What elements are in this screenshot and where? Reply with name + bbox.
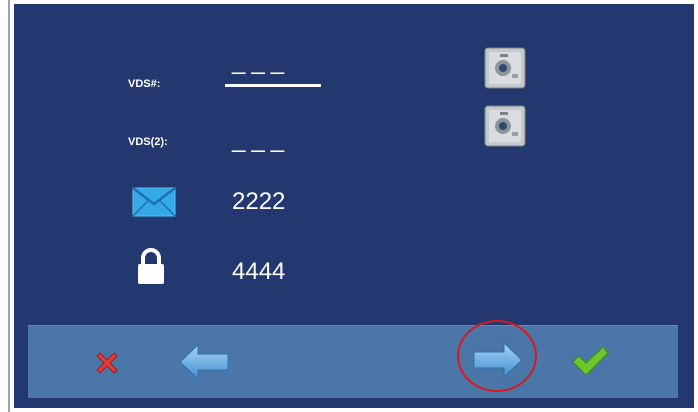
lock-icon (135, 247, 167, 285)
arrow-left-icon (179, 343, 229, 381)
left-edge-border (0, 0, 10, 412)
envelope-icon (132, 187, 176, 217)
vds-input-underline (225, 84, 321, 87)
vds-input[interactable]: ___ (232, 48, 290, 76)
checkmark-icon (572, 346, 609, 376)
mail-code-value[interactable]: 2222 (232, 188, 285, 216)
cross-icon (96, 352, 118, 374)
vds2-label: VDS(2): (128, 136, 168, 148)
cancel-button[interactable] (92, 348, 122, 378)
door-camera-2-icon[interactable] (483, 104, 527, 148)
vds2-input[interactable]: ___ (232, 126, 290, 154)
lock-code-value[interactable]: 4444 (232, 258, 285, 286)
confirm-button[interactable] (570, 344, 610, 378)
vds-label: VDS#: (128, 78, 161, 90)
focus-highlight-ring (457, 320, 537, 392)
door-camera-icon[interactable] (483, 46, 527, 90)
back-button[interactable] (178, 343, 230, 381)
